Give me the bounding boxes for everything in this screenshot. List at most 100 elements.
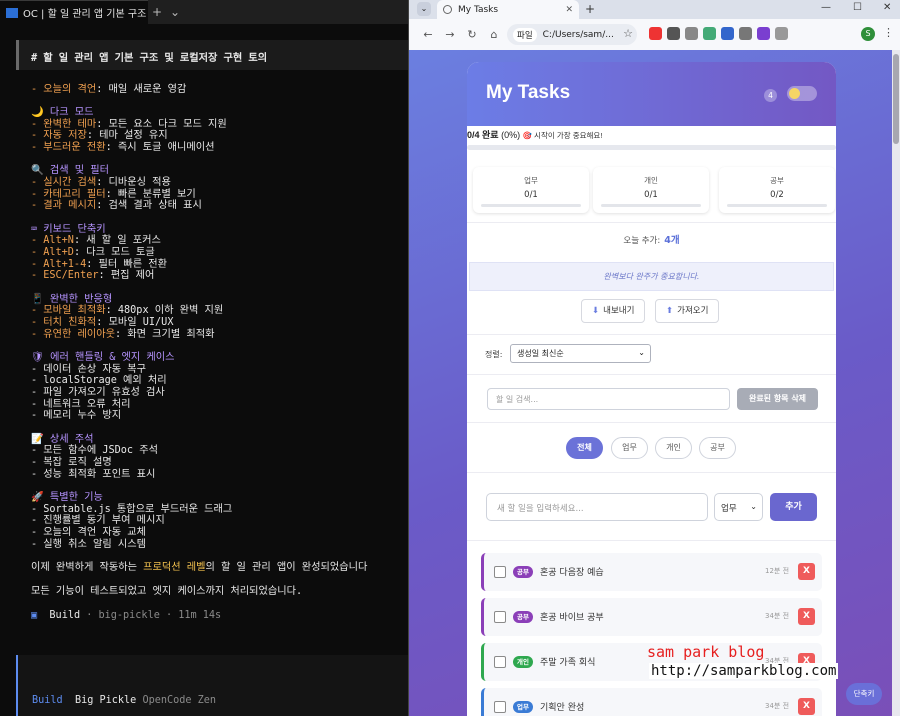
browser-toolbar: ← → ↻ ⌂ 파일 C:/Users/sam/... ☆ S ⋮: [409, 19, 900, 50]
back-icon[interactable]: ←: [417, 28, 439, 41]
delete-task-button[interactable]: X: [798, 698, 815, 715]
file-scheme-chip[interactable]: 파일: [513, 27, 537, 42]
browser-window: ⌄ My Tasks ✕ + — ☐ ✕ ← → ↻ ⌂ 파일 C:/Users…: [408, 0, 900, 716]
shortcuts-button[interactable]: 단축키: [846, 683, 882, 705]
task-checkbox[interactable]: [494, 566, 506, 578]
task-text[interactable]: 혼공 다음장 예습: [540, 565, 604, 578]
page-scrollbar[interactable]: [892, 50, 900, 716]
export-button[interactable]: ⬇ 내보내기: [581, 299, 646, 323]
clear-completed-button[interactable]: 완료된 항목 삭제: [737, 388, 818, 410]
new-tab-button[interactable]: +: [148, 5, 166, 19]
sort-select[interactable]: 생성일 최신순 ⌄: [510, 344, 651, 363]
today-added: 오늘 추가: 4개: [623, 235, 680, 246]
task-item[interactable]: 공부 혼공 바이브 공부 34분 전 X: [481, 598, 822, 636]
moon-icon: [789, 88, 800, 99]
upload-icon: ⬆: [666, 306, 674, 316]
forward-icon[interactable]: →: [439, 28, 461, 41]
progress-bar: [467, 145, 836, 150]
section-item: - Sortable.js 통합으로 부드러운 드래그: [31, 503, 233, 515]
section-item: - 유연한 레이아웃: 화면 크기별 최적화: [31, 328, 215, 340]
maximize-icon[interactable]: ☐: [853, 2, 862, 13]
new-task-category-select[interactable]: 업무 ⌄: [714, 493, 763, 521]
extension-icon[interactable]: [703, 27, 716, 40]
chevron-down-icon: ⌄: [638, 348, 645, 357]
filter-study[interactable]: 공부: [699, 437, 736, 459]
task-text[interactable]: 혼공 바이브 공부: [540, 610, 604, 623]
section-title: 🔍 검색 및 필터: [31, 165, 109, 177]
minimize-icon[interactable]: —: [821, 2, 831, 13]
puzzle-icon[interactable]: [775, 27, 788, 40]
new-task-input[interactable]: 새 할 일을 입력하세요...: [486, 493, 708, 521]
home-icon[interactable]: ⌂: [483, 28, 505, 41]
extension-icon[interactable]: [739, 27, 752, 40]
scrollbar-thumb[interactable]: [893, 54, 899, 144]
task-checkbox[interactable]: [494, 656, 506, 668]
browser-tab[interactable]: My Tasks ✕: [437, 0, 579, 19]
terminal-icon: [6, 7, 18, 18]
section-item: - 오늘의 격언 자동 교체: [31, 527, 147, 538]
task-checkbox[interactable]: [494, 611, 506, 623]
task-text[interactable]: 주말 가족 회식: [540, 655, 595, 668]
delete-task-button[interactable]: X: [798, 608, 815, 625]
dark-mode-toggle[interactable]: [787, 86, 817, 101]
filter-work[interactable]: 업무: [611, 437, 648, 459]
section-item: - 터치 친화적: 모바일 UI/UX: [31, 317, 174, 328]
profile-avatar[interactable]: S: [861, 27, 875, 41]
search-input[interactable]: 할 일 검색...: [487, 388, 730, 410]
extension-icon[interactable]: [649, 27, 662, 40]
extension-icon[interactable]: [667, 27, 680, 40]
close-icon[interactable]: ✕: [565, 5, 573, 15]
todo-app-card: My Tasks 4 0/4 완료 (0%) 🎯 시작이 가장 중요해요! 업무…: [467, 62, 836, 716]
section-title: ⌨ 키보드 단축키: [31, 223, 106, 235]
task-category-tag: 업무: [513, 701, 533, 713]
task-item[interactable]: 업무 기획안 완성 34분 전 X: [481, 688, 822, 716]
section-title: 🚀 특별한 기능: [31, 491, 103, 503]
kebab-menu-icon[interactable]: ⋮: [883, 26, 894, 39]
summary-line: 이제 완벽하게 작동하는 프로덕션 레벨의 할 일 관리 앱이 완성되었습니다: [31, 562, 368, 573]
tab-search-icon[interactable]: ⌄: [417, 2, 431, 16]
extension-icon[interactable]: [721, 27, 734, 40]
filter-all[interactable]: 전체: [566, 437, 603, 459]
extension-icon[interactable]: [685, 27, 698, 40]
section-item: - 부드러운 전환: 즉시 토글 애니메이션: [31, 142, 215, 154]
task-item[interactable]: 공부 혼공 다음장 예습 12분 전 X: [481, 553, 822, 591]
section-item: - 메모리 누수 방지: [31, 410, 122, 422]
task-category-tag: 공부: [513, 566, 533, 578]
section-item: - 성능 최적화 포인트 표시: [31, 468, 156, 480]
quote-line: - 오늘의 격언: 매일 새로운 영감: [31, 84, 187, 95]
task-count-badge: 4: [764, 89, 777, 102]
browser-tab-bar: ⌄ My Tasks ✕ + — ☐ ✕: [409, 0, 900, 19]
prompt-input-area[interactable]: Build Big Pickle OpenCode Zen: [16, 655, 408, 716]
section-item: - 복잡 로직 설명: [31, 457, 112, 468]
task-checkbox[interactable]: [494, 701, 506, 713]
section-item: - 실행 취소 알림 시스템: [31, 538, 147, 550]
sort-label: 정렬:: [485, 350, 503, 359]
category-progress-bar: [727, 204, 827, 207]
star-icon[interactable]: ☆: [617, 27, 639, 40]
category-stat-personal: 개인 0/1: [593, 167, 709, 213]
filter-personal[interactable]: 개인: [655, 437, 692, 459]
task-time: 34분 전: [765, 702, 790, 710]
import-button[interactable]: ⬆ 가져오기: [655, 299, 720, 323]
reload-icon[interactable]: ↻: [461, 28, 483, 41]
page-viewport: My Tasks 4 0/4 완료 (0%) 🎯 시작이 가장 중요해요! 업무…: [409, 50, 893, 716]
section-item: - Alt+1-4: 필터 빠른 전환: [31, 258, 167, 270]
terminal-window: OC | 할 일 관리 앱 기본 구조 및 ✕ + ⌄ # 할 일 관리 앱 기…: [0, 0, 408, 716]
delete-task-button[interactable]: X: [798, 563, 815, 580]
chevron-down-icon[interactable]: ⌄: [166, 5, 184, 19]
terminal-heading: # 할 일 관리 앱 기본 구조 및 로컬저장 구현 토의: [16, 40, 408, 70]
app-title: My Tasks: [486, 82, 571, 103]
close-window-icon[interactable]: ✕: [883, 2, 891, 13]
terminal-tab[interactable]: OC | 할 일 관리 앱 기본 구조 및 ✕: [0, 0, 148, 24]
terminal-tab-bar: OC | 할 일 관리 앱 기본 구조 및 ✕ + ⌄: [0, 0, 408, 24]
section-item: - 파일 가져오기 유효성 검사: [31, 387, 165, 398]
section-title: 📝 상세 주석: [31, 433, 94, 445]
new-tab-button[interactable]: +: [585, 2, 595, 16]
section-item: - 결과 메시지: 검색 결과 상태 표시: [31, 200, 202, 212]
section-item: - 자동 저장: 테마 설정 유지: [31, 130, 168, 142]
task-text[interactable]: 기획안 완성: [540, 700, 584, 713]
section-item: - 데이터 손상 자동 복구: [31, 363, 147, 375]
add-task-button[interactable]: 추가: [770, 493, 817, 521]
extension-icon[interactable]: [757, 27, 770, 40]
category-stat-study: 공부 0/2: [719, 167, 835, 213]
